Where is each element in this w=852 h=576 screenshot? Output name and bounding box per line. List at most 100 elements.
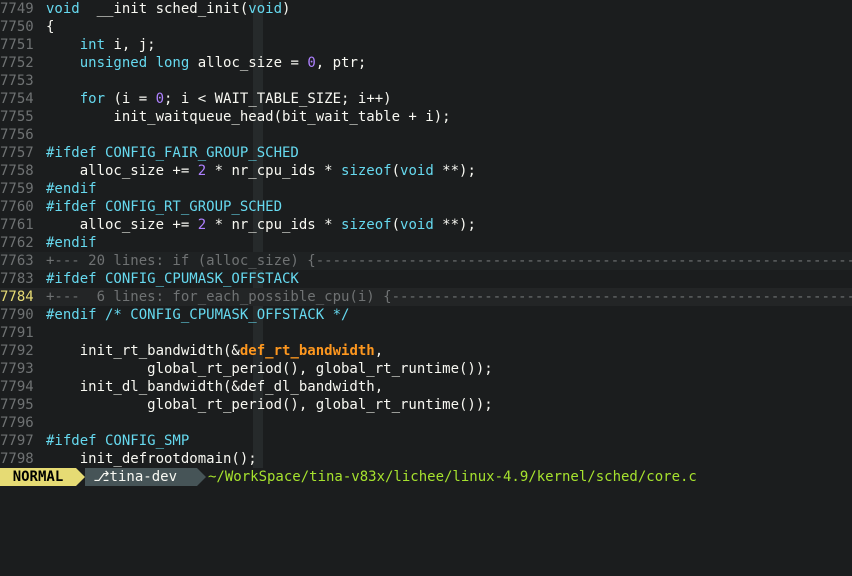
code-token: #ifdef CONFIG_RT_GROUP_SCHED [46, 199, 283, 215]
command-line[interactable] [0, 486, 852, 502]
line-code: init_waitqueue_head(bit_wait_table + i); [46, 108, 450, 126]
line-number: 7751 [0, 37, 34, 53]
code-token: sizeof [341, 163, 392, 179]
code-line[interactable]: 7758 alloc_size += 2 * nr_cpu_ids * size… [0, 162, 852, 180]
line-number: 7792 [0, 343, 34, 359]
code-token: #endif [46, 181, 97, 197]
code-token: ( [391, 217, 401, 233]
code-token: (i = [105, 91, 156, 107]
code-token: void [400, 163, 434, 179]
code-token: * nr_cpu_ids * [206, 163, 342, 179]
line-code: #endif [46, 234, 97, 252]
line-code: int i, j; [46, 36, 156, 54]
code-token: ( [391, 163, 401, 179]
code-token: #endif /* CONFIG_CPUMASK_OFFSTACK */ [46, 307, 350, 323]
line-code: alloc_size += 2 * nr_cpu_ids * sizeof(vo… [46, 162, 476, 180]
line-number: 7762 [0, 235, 34, 251]
code-line[interactable]: 7756 [0, 126, 852, 144]
code-token: void [46, 1, 80, 17]
file-path: ~/WorkSpace/tina-v83x/lichee/linux-4.9/k… [208, 469, 697, 485]
code-line[interactable]: 7761 alloc_size += 2 * nr_cpu_ids * size… [0, 216, 852, 234]
line-code: #endif [46, 180, 97, 198]
line-code: #ifdef CONFIG_RT_GROUP_SCHED [46, 198, 282, 216]
code-line[interactable]: 7792 init_rt_bandwidth(&def_rt_bandwidth… [0, 342, 852, 360]
line-number: 7752 [0, 55, 34, 71]
line-number: 7756 [0, 127, 34, 143]
line-number: 7783 [0, 271, 34, 287]
line-number: 7757 [0, 145, 34, 161]
code-line[interactable]: 7793 global_rt_period(), global_rt_runti… [0, 360, 852, 378]
code-line[interactable]: 7790 #endif /* CONFIG_CPUMASK_OFFSTACK */ [0, 306, 852, 324]
code-token: ; i < WAIT_TABLE_SIZE; i++) [164, 91, 392, 107]
status-line: NORMAL ⎇tina-dev ~/WorkSpace/tina-v83x/l… [0, 468, 852, 486]
code-line[interactable]: 7798 init_defrootdomain(); [0, 450, 852, 468]
code-token: sizeof [341, 217, 392, 233]
code-token: , [374, 343, 384, 359]
line-code: #ifdef CONFIG_SMP [46, 432, 189, 450]
code-line[interactable]: 7795 global_rt_period(), global_rt_runti… [0, 396, 852, 414]
mode-indicator: NORMAL [0, 468, 76, 486]
code-line[interactable]: 7754 for (i = 0; i < WAIT_TABLE_SIZE; i+… [0, 90, 852, 108]
code-line[interactable]: 7757 #ifdef CONFIG_FAIR_GROUP_SCHED [0, 144, 852, 162]
code-token: 0 [307, 55, 316, 71]
line-code: #endif /* CONFIG_CPUMASK_OFFSTACK */ [46, 306, 349, 324]
line-code: +--- 20 lines: if (alloc_size) {--------… [46, 252, 852, 270]
line-number: 7791 [0, 325, 34, 341]
line-number: 7760 [0, 199, 34, 215]
code-editor[interactable]: 7749 void __init sched_init(void) 7750 {775… [0, 0, 852, 468]
code-line[interactable]: 7753 [0, 72, 852, 90]
line-number: 7755 [0, 109, 34, 125]
code-line[interactable]: 7797 #ifdef CONFIG_SMP [0, 432, 852, 450]
line-number: 7798 [0, 451, 34, 467]
code-line[interactable]: 7791 [0, 324, 852, 342]
line-code: init_rt_bandwidth(&def_rt_bandwidth, [46, 342, 383, 360]
code-line[interactable]: 7752 unsigned long alloc_size = 0, ptr; [0, 54, 852, 72]
code-token: #ifdef CONFIG_CPUMASK_OFFSTACK [46, 271, 299, 287]
code-token: * nr_cpu_ids * [206, 217, 342, 233]
code-token: 2 [197, 163, 207, 179]
line-code: alloc_size += 2 * nr_cpu_ids * sizeof(vo… [46, 216, 476, 234]
code-line[interactable]: 7749 void __init sched_init(void) [0, 0, 852, 18]
code-token: **); [433, 217, 476, 233]
code-line[interactable]: 7794 init_dl_bandwidth(&def_dl_bandwidth… [0, 378, 852, 396]
line-number: 7794 [0, 379, 34, 395]
code-token: #endif [46, 235, 97, 251]
code-token: int [79, 37, 106, 53]
git-branch: ⎇tina-dev [85, 468, 197, 486]
code-token: for [79, 91, 106, 107]
code-token: #ifdef CONFIG_SMP [46, 433, 190, 449]
line-number: 7763 [0, 253, 34, 269]
code-token: alloc_size = [189, 55, 308, 71]
mode-separator [76, 468, 85, 486]
code-line[interactable]: 7760 #ifdef CONFIG_RT_GROUP_SCHED [0, 198, 852, 216]
code-token: i, j; [105, 37, 156, 53]
fold-line[interactable]: 7763 +--- 20 lines: if (alloc_size) {----… [0, 252, 852, 270]
line-number: 7797 [0, 433, 34, 449]
fold-line[interactable]: 7784 +--- 6 lines: for_each_possible_cpu(… [0, 288, 852, 306]
line-number: 7749 [0, 1, 34, 17]
line-number: 7761 [0, 217, 34, 233]
code-token: 2 [197, 217, 207, 233]
code-line[interactable]: 7796 [0, 414, 852, 432]
line-number: 7759 [0, 181, 34, 197]
line-code: #ifdef CONFIG_FAIR_GROUP_SCHED [46, 144, 299, 162]
code-token: def_rt_bandwidth [239, 343, 375, 359]
line-code: #ifdef CONFIG_CPUMASK_OFFSTACK [46, 270, 299, 288]
code-line[interactable]: 7751 int i, j; [0, 36, 852, 54]
code-token: init_defrootdomain(); [46, 451, 257, 467]
line-number: 7790 [0, 307, 34, 323]
code-line[interactable]: 7762 #endif [0, 234, 852, 252]
line-code: global_rt_period(), global_rt_runtime())… [46, 396, 493, 414]
line-code: init_defrootdomain(); [46, 450, 257, 468]
line-code: for (i = 0; i < WAIT_TABLE_SIZE; i++) [46, 90, 392, 108]
line-code: void __init sched_init(void) [46, 0, 290, 18]
code-line[interactable]: 7755 init_waitqueue_head(bit_wait_table … [0, 108, 852, 126]
code-token: alloc_size += [46, 163, 198, 179]
code-line[interactable]: 7750 { [0, 18, 852, 36]
code-line[interactable]: 7759 #endif [0, 180, 852, 198]
line-number: 7796 [0, 415, 34, 431]
code-token: alloc_size += [46, 217, 198, 233]
code-line[interactable]: 7783 #ifdef CONFIG_CPUMASK_OFFSTACK [0, 270, 852, 288]
